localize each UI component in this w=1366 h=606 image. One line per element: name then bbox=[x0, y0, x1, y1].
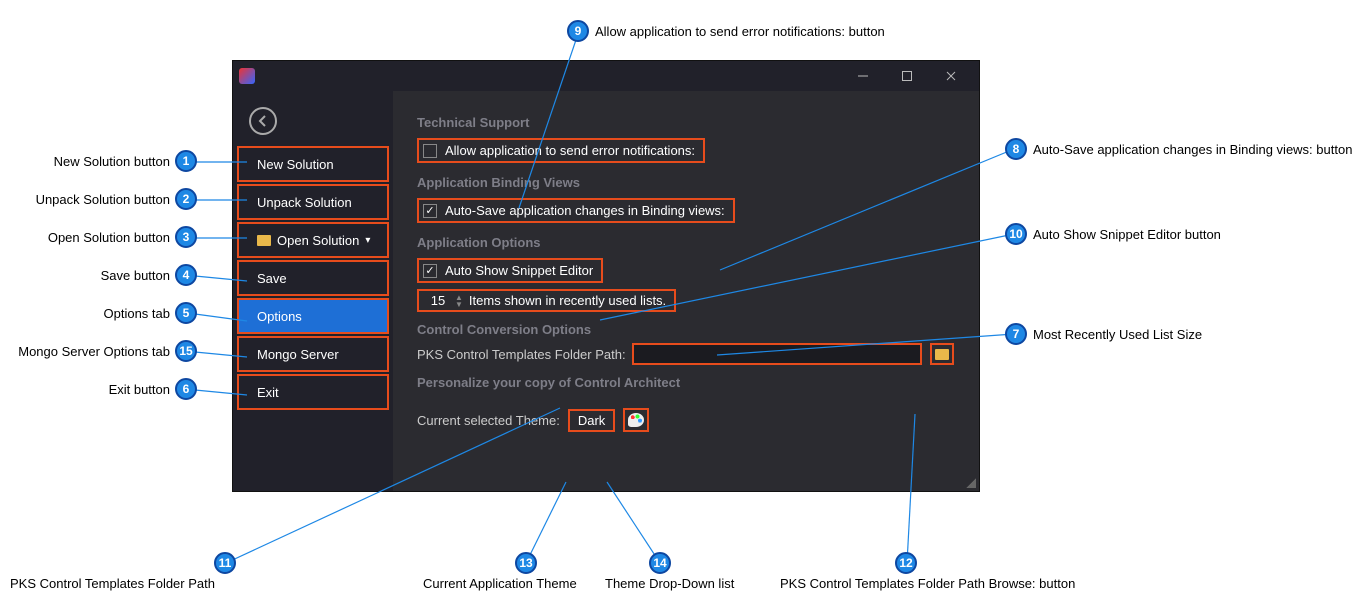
callout-text-11: PKS Control Templates Folder Path bbox=[10, 576, 215, 591]
chevron-down-icon: ▾ bbox=[365, 235, 370, 246]
callout-badge-6: 6 bbox=[175, 378, 197, 400]
resize-grip[interactable] bbox=[964, 476, 976, 488]
callout-badge-13: 13 bbox=[515, 552, 537, 574]
theme-dropdown-button[interactable] bbox=[623, 408, 649, 432]
sidebar-item-label: Options bbox=[257, 309, 302, 324]
minimize-button[interactable] bbox=[841, 61, 885, 91]
autosave-binding-views-checkbox[interactable] bbox=[423, 204, 437, 218]
callout-badge-14: 14 bbox=[649, 552, 671, 574]
sidebar-item-label: Open Solution bbox=[277, 233, 359, 248]
option-label: Auto-Save application changes in Binding… bbox=[445, 203, 725, 218]
callout-text-4: Save button bbox=[90, 268, 170, 283]
sidebar-item-label: Mongo Server bbox=[257, 347, 339, 362]
callout-text-1: New Solution button bbox=[42, 154, 170, 169]
callout-badge-3: 3 bbox=[175, 226, 197, 248]
sidebar: New Solution Unpack Solution Open Soluti… bbox=[233, 91, 393, 491]
maximize-button[interactable] bbox=[885, 61, 929, 91]
sidebar-item-mongo-server[interactable]: Mongo Server bbox=[237, 336, 389, 372]
callout-text-9: Allow application to send error notifica… bbox=[595, 24, 885, 39]
callout-text-10: Auto Show Snippet Editor button bbox=[1033, 227, 1221, 242]
options-panel: Technical Support Allow application to s… bbox=[393, 91, 979, 491]
back-button[interactable] bbox=[249, 107, 277, 135]
callout-badge-7: 7 bbox=[1005, 323, 1027, 345]
app-icon bbox=[239, 68, 255, 84]
mru-size-option: 15 ▲▼ Items shown in recently used lists… bbox=[417, 289, 676, 312]
app-window: New Solution Unpack Solution Open Soluti… bbox=[232, 60, 980, 492]
theme-row: Current selected Theme: Dark bbox=[417, 408, 955, 432]
option-label: Allow application to send error notifica… bbox=[445, 143, 695, 158]
mru-size-input[interactable]: 15 bbox=[423, 293, 453, 308]
folder-open-icon bbox=[935, 349, 949, 360]
pks-template-path-row: PKS Control Templates Folder Path: bbox=[417, 343, 955, 365]
callout-text-12: PKS Control Templates Folder Path Browse… bbox=[780, 576, 1075, 591]
mru-suffix-label: Items shown in recently used lists. bbox=[469, 293, 666, 308]
callout-text-13: Current Application Theme bbox=[423, 576, 577, 591]
callout-text-15: Mongo Server Options tab bbox=[7, 344, 170, 359]
allow-error-notifications-option[interactable]: Allow application to send error notifica… bbox=[417, 138, 705, 163]
folder-icon bbox=[257, 235, 271, 246]
callout-text-8: Auto-Save application changes in Binding… bbox=[1033, 142, 1352, 157]
theme-label: Current selected Theme: bbox=[417, 413, 560, 428]
mru-spinner[interactable]: ▲▼ bbox=[455, 294, 463, 308]
sidebar-item-exit[interactable]: Exit bbox=[237, 374, 389, 410]
callout-badge-1: 1 bbox=[175, 150, 197, 172]
sidebar-item-new-solution[interactable]: New Solution bbox=[237, 146, 389, 182]
section-binding-views: Application Binding Views bbox=[417, 175, 955, 190]
titlebar bbox=[233, 61, 979, 91]
callout-text-3: Open Solution button bbox=[36, 230, 170, 245]
pks-template-path-browse-button[interactable] bbox=[930, 343, 954, 365]
sidebar-item-unpack-solution[interactable]: Unpack Solution bbox=[237, 184, 389, 220]
spinner-down-icon[interactable]: ▼ bbox=[455, 301, 463, 308]
callout-badge-15: 15 bbox=[175, 340, 197, 362]
callout-badge-4: 4 bbox=[175, 264, 197, 286]
sidebar-item-options[interactable]: Options bbox=[237, 298, 389, 334]
section-personalize: Personalize your copy of Control Archite… bbox=[417, 375, 955, 390]
auto-show-snippet-editor-option[interactable]: Auto Show Snippet Editor bbox=[417, 258, 603, 283]
callout-text-5: Options tab bbox=[90, 306, 170, 321]
sidebar-item-label: Exit bbox=[257, 385, 279, 400]
theme-value: Dark bbox=[568, 409, 615, 432]
allow-error-notifications-checkbox[interactable] bbox=[423, 144, 437, 158]
pks-template-path-input[interactable] bbox=[632, 343, 922, 365]
option-label: Auto Show Snippet Editor bbox=[445, 263, 593, 278]
callout-badge-2: 2 bbox=[175, 188, 197, 210]
autosave-binding-views-option[interactable]: Auto-Save application changes in Binding… bbox=[417, 198, 735, 223]
callout-text-14: Theme Drop-Down list bbox=[605, 576, 734, 591]
callout-badge-9: 9 bbox=[567, 20, 589, 42]
close-button[interactable] bbox=[929, 61, 973, 91]
callout-badge-8: 8 bbox=[1005, 138, 1027, 160]
callout-badge-11: 11 bbox=[214, 552, 236, 574]
callout-badge-5: 5 bbox=[175, 302, 197, 324]
callout-text-7: Most Recently Used List Size bbox=[1033, 327, 1202, 342]
sidebar-item-label: Unpack Solution bbox=[257, 195, 352, 210]
palette-icon bbox=[628, 413, 644, 427]
callout-badge-10: 10 bbox=[1005, 223, 1027, 245]
pks-template-path-label: PKS Control Templates Folder Path: bbox=[417, 347, 626, 362]
callout-text-6: Exit button bbox=[100, 382, 170, 397]
auto-show-snippet-editor-checkbox[interactable] bbox=[423, 264, 437, 278]
sidebar-item-save[interactable]: Save bbox=[237, 260, 389, 296]
callout-text-2: Unpack Solution button bbox=[22, 192, 170, 207]
sidebar-item-label: Save bbox=[257, 271, 287, 286]
sidebar-item-open-solution[interactable]: Open Solution ▾ bbox=[237, 222, 389, 258]
callout-badge-12: 12 bbox=[895, 552, 917, 574]
section-technical-support: Technical Support bbox=[417, 115, 955, 130]
sidebar-item-label: New Solution bbox=[257, 157, 334, 172]
section-control-conversion: Control Conversion Options bbox=[417, 322, 955, 337]
section-application-options: Application Options bbox=[417, 235, 955, 250]
